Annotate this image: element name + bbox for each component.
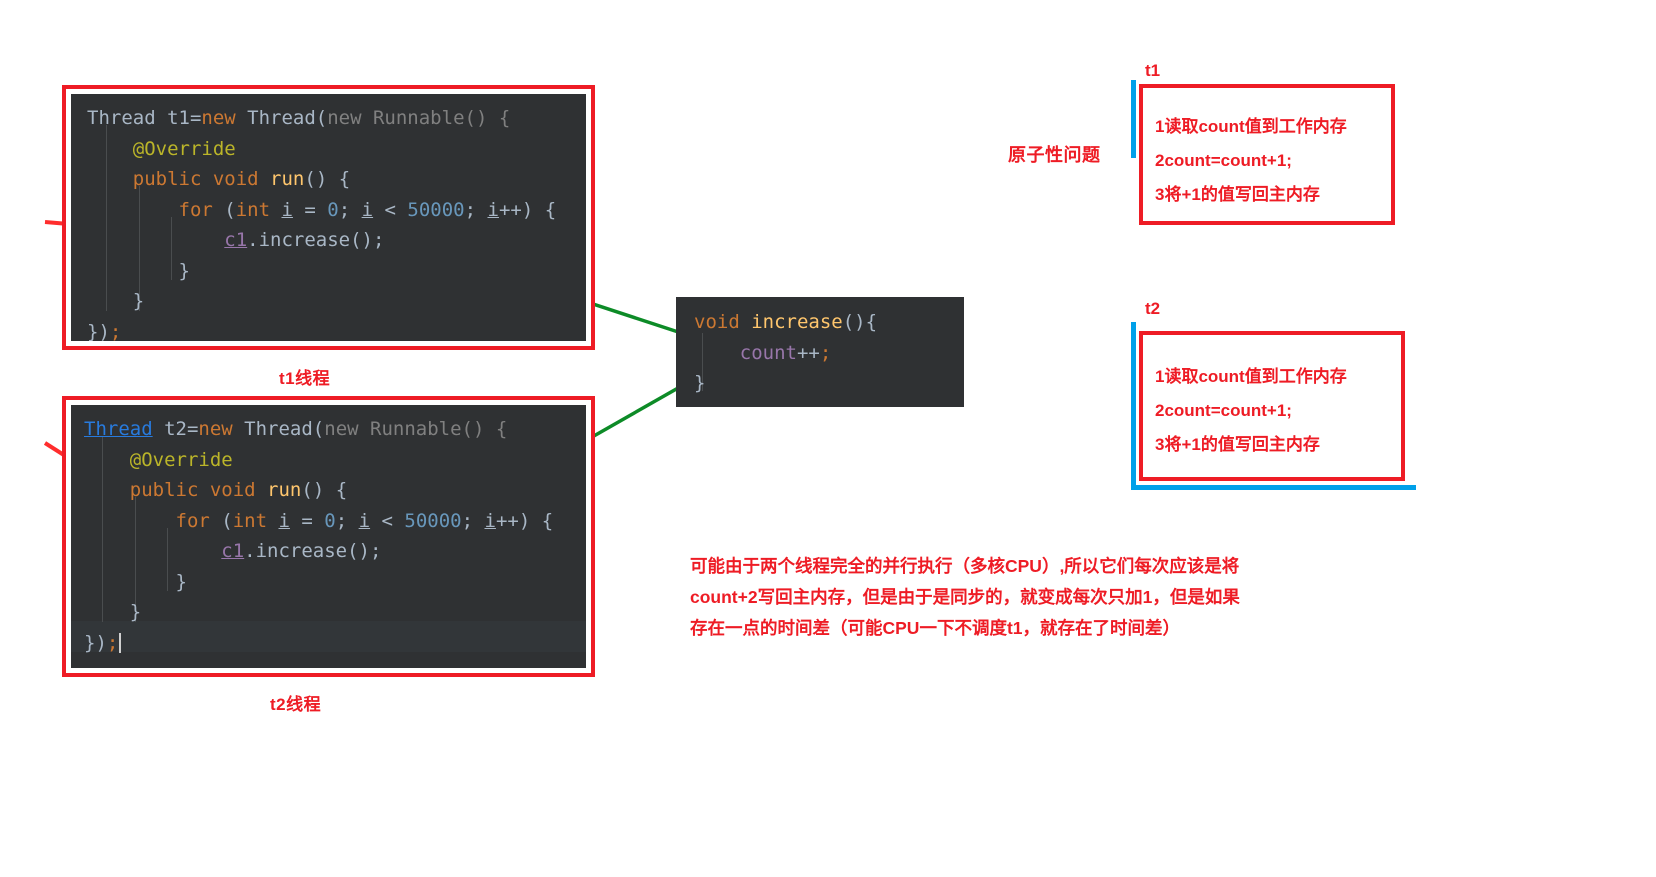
t2-note-tag: t2: [1145, 299, 1161, 318]
code-line: @Override: [132, 137, 236, 160]
code-line: count++;: [739, 341, 832, 364]
code-line: });: [84, 628, 586, 659]
caption-t1-thread: t1线程: [279, 369, 331, 388]
note-line: 2count=count+1;: [1155, 151, 1292, 170]
t1-cyan-bracket: [1131, 80, 1136, 158]
caption-t2-thread: t2线程: [270, 695, 322, 714]
code-editor-t1[interactable]: Thread t1=new Thread(new Runnable() { @O…: [71, 94, 586, 341]
t2-cyan-bracket: [1131, 322, 1136, 490]
explanation-line: 存在一点的时间差（可能CPU一下不调度t1，就存在了时间差）: [690, 618, 1181, 638]
explanation-line: count+2写回主内存，但是由于是同步的，就变成每次只加1，但是如果: [690, 587, 1240, 607]
code-line: c1.increase();: [224, 229, 385, 251]
code-line: Thread t2=new Thread(new Runnable() {: [84, 418, 508, 440]
atomicity-problem-label: 原子性问题: [1008, 145, 1101, 165]
code-block-t2: Thread t2=new Thread(new Runnable() { @O…: [62, 396, 595, 677]
t2-cyan-underline: [1131, 485, 1416, 490]
code-line: public void run() {: [132, 168, 351, 190]
t1-note-tag: t1: [1145, 61, 1161, 80]
note-line: 3将+1的值写回主内存: [1155, 435, 1320, 454]
code-line: }: [132, 290, 145, 312]
code-line: for (int i = 0; i < 50000; i++) {: [175, 509, 554, 532]
code-line: }: [175, 570, 187, 593]
code-line: @Override: [129, 448, 233, 471]
code-line: void increase(){: [694, 311, 878, 333]
code-line: });: [87, 320, 122, 342]
note-box-t2: 1读取count值到工作内存 2count=count+1; 3将+1的值写回主…: [1139, 331, 1405, 481]
code-line: for (int i = 0; i < 50000; i++) {: [178, 198, 557, 221]
note-line: 2count=count+1;: [1155, 401, 1292, 420]
code-line: }: [694, 372, 706, 394]
code-line: Thread t1=new Thread(new Runnable() {: [87, 107, 511, 129]
note-line: 1读取count值到工作内存: [1155, 367, 1347, 386]
explanation-paragraph: 可能由于两个线程完全的并行执行（多核CPU）,所以它们每次应该是将 count+…: [690, 551, 1240, 644]
code-line: }: [178, 259, 190, 282]
note-line: 3将+1的值写回主内存: [1155, 185, 1320, 204]
code-line: public void run() {: [129, 479, 348, 501]
note-box-t1: 1读取count值到工作内存 2count=count+1; 3将+1的值写回主…: [1139, 84, 1395, 225]
code-editor-t2[interactable]: Thread t2=new Thread(new Runnable() { @O…: [71, 405, 586, 668]
explanation-line: 可能由于两个线程完全的并行执行（多核CPU）,所以它们每次应该是将: [690, 556, 1240, 576]
code-block-increase[interactable]: void increase(){ count++; }: [676, 297, 964, 407]
note-line: 1读取count值到工作内存: [1155, 117, 1347, 136]
code-block-t1: Thread t1=new Thread(new Runnable() { @O…: [62, 85, 595, 350]
code-line: }: [129, 601, 142, 623]
code-line: c1.increase();: [221, 540, 382, 562]
